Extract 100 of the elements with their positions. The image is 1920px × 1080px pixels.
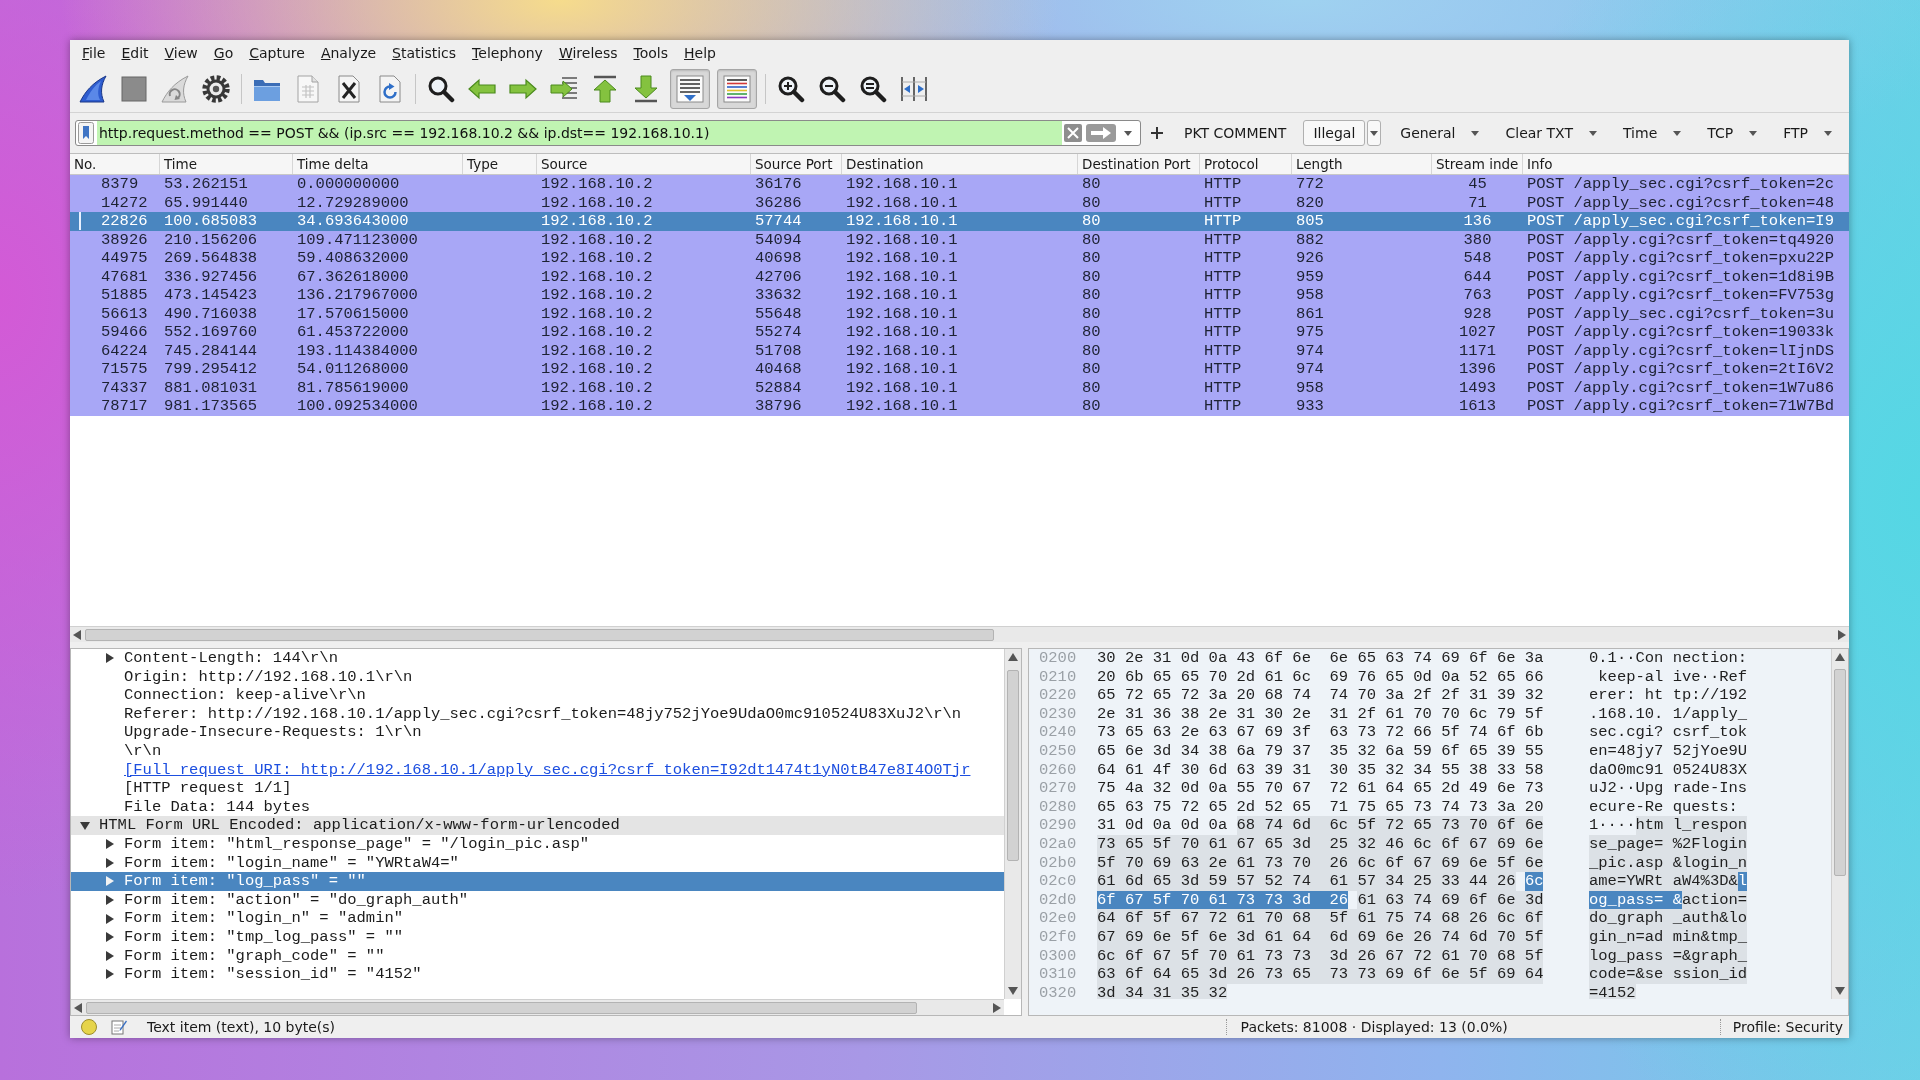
table-cell: HTTP	[1204, 212, 1242, 231]
table-cell: 44975	[101, 249, 148, 268]
tree-row[interactable]: Origin: http://192.168.10.1\r\n	[71, 667, 1004, 687]
column-header[interactable]: Stream inde	[1432, 154, 1523, 174]
packet-row[interactable]: 44975 269.564838 59.408632000 192.168.10.2 40698 192.168.10.1 80 HTTP 926 548 POST /apply.cgi?csrf_token=pxu22P	[70, 249, 1849, 268]
tree-row[interactable]: Form item: "graph_code" = ""	[71, 946, 1004, 966]
tree-row[interactable]: Form item: "html_response_page" = "/login_pic.asp"	[71, 834, 1004, 854]
packet-row[interactable]: 8379 53.262151 0.000000000 192.168.10.2 36176 192.168.10.1 80 HTTP 772 45 POST /apply_sec.cgi?csrf_token=2c	[70, 175, 1849, 194]
toolbar-button[interactable]	[717, 69, 757, 109]
table-cell: POST /apply.cgi?csrf_token=2tI6V2	[1527, 360, 1834, 379]
table-cell: 192.168.10.2	[541, 341, 653, 360]
table-cell: 80	[1082, 378, 1101, 397]
menu-item[interactable]: Tools	[625, 41, 676, 65]
menu-item[interactable]: Edit	[113, 41, 157, 65]
triangle-up-icon[interactable]	[1008, 653, 1018, 661]
hex-bytes: 63 6f 64 65 3d 26 73 65 73 73 69 6f 6e 5f 69 64	[1097, 965, 1544, 984]
menu-item[interactable]: File	[74, 41, 114, 65]
tree-row[interactable]: Upgrade-Insecure-Requests: 1\r\n	[71, 723, 1004, 742]
dropdown-button[interactable]	[1367, 120, 1382, 146]
table-cell: 1613	[1458, 397, 1497, 416]
hex-offset: 02b0	[1038, 853, 1078, 873]
filter-button[interactable]: Illegal	[1303, 120, 1366, 146]
packet-row[interactable]: 78717 981.173565 100.092534000 192.168.10.2 38796 192.168.10.1 80 HTTP 933 1613 POST /apply.cgi?csrf_token=71W7Bd	[70, 397, 1849, 416]
scrollbar-thumb[interactable]	[85, 628, 995, 641]
tree-row[interactable]: Connection: keep-alive\r\n	[71, 686, 1004, 705]
column-header[interactable]: No.	[70, 154, 160, 174]
tree-row[interactable]: Form item: "login_name" = "YWRtaW4="	[71, 853, 1004, 873]
tree-row[interactable]: \r\n	[71, 741, 1004, 761]
packet-row[interactable]: 59466 552.169760 61.453722000 192.168.10.2 55274 192.168.10.1 80 HTTP 975 1027 POST /apply.cgi?csrf_token=19033k	[70, 323, 1849, 342]
document-icon	[294, 75, 322, 103]
tree-row[interactable]: Form item: "action" = "do_graph_auth"	[71, 890, 1004, 910]
table-cell: 192.168.10.2	[541, 378, 653, 397]
triangle-left-icon[interactable]	[74, 1002, 82, 1013]
menu-item[interactable]: View	[156, 41, 206, 65]
packet-row[interactable]: 51885 473.145423 136.217967000 192.168.10.2 33632 192.168.10.1 80 HTTP 958 763 POST /apply.cgi?csrf_token=FV753g	[70, 286, 1849, 305]
tree-row[interactable]: File Data: 144 bytes	[71, 797, 1004, 817]
column-header[interactable]: Destination Port	[1078, 154, 1200, 174]
filter-button[interactable]: PKT COMMENT	[1175, 120, 1296, 146]
column-header[interactable]: Length	[1292, 154, 1432, 174]
table-cell: 473.145423	[164, 286, 257, 305]
menu-item[interactable]: Capture	[241, 41, 313, 65]
table-cell: 974	[1296, 360, 1324, 379]
packet-row[interactable]: 71575 799.295412 54.011268000 192.168.10.2 40468 192.168.10.1 80 HTTP 974 1396 POST /apply.cgi?csrf_token=2tI6V2	[70, 360, 1849, 379]
hex-offset: 02a0	[1038, 834, 1078, 854]
filter-button[interactable]: Clear TXT	[1496, 120, 1606, 146]
tree-row[interactable]: [HTTP request 1/1]	[71, 779, 1004, 798]
column-header[interactable]: Source	[537, 154, 751, 174]
column-header[interactable]: Info	[1523, 154, 1849, 174]
filter-button[interactable]: General	[1391, 120, 1489, 146]
column-header[interactable]: Time delta	[293, 154, 463, 174]
scrollbar-thumb[interactable]	[86, 1001, 917, 1014]
column-header[interactable]: Type	[463, 154, 537, 174]
table-cell: 552.169760	[164, 323, 257, 342]
horizontal-scrollbar[interactable]	[70, 626, 1849, 642]
table-cell: 0.000000000	[297, 175, 400, 194]
filter-button[interactable]: TCP	[1698, 120, 1767, 146]
table-cell: POST /apply.cgi?csrf_token=1W7u86	[1527, 378, 1834, 397]
scrollbar-thumb[interactable]	[1834, 669, 1846, 876]
table-cell: 192.168.10.2	[541, 230, 653, 249]
tree-row[interactable]: Form item: "log_pass" = ""	[71, 872, 1004, 891]
column-header[interactable]: Source Port	[751, 154, 842, 174]
profile-label[interactable]: Profile: Security	[1732, 1019, 1843, 1035]
menu-item[interactable]: Analyze	[312, 41, 385, 65]
table-cell: 80	[1082, 360, 1101, 379]
table-cell: 958	[1296, 286, 1324, 305]
tree-row[interactable]: HTML Form URL Encoded: application/x-www-form-urlencoded	[71, 816, 1004, 835]
menu-item[interactable]: Statistics	[384, 41, 465, 65]
table-cell: 45	[1468, 175, 1487, 194]
note-pencil-icon[interactable]	[111, 1019, 127, 1035]
filter-button[interactable]: FTP	[1774, 120, 1841, 146]
table-cell: HTTP	[1204, 397, 1242, 416]
tree-row[interactable]: Form item: "login_n" = "admin"	[71, 909, 1004, 928]
vertical-scrollbar[interactable]	[1831, 649, 1848, 999]
vertical-scrollbar[interactable]	[1004, 649, 1021, 999]
table-cell: 1027	[1458, 323, 1497, 342]
tree-row[interactable]: Form item: "tmp_log_pass" = ""	[71, 927, 1004, 947]
column-header[interactable]: Protocol	[1200, 154, 1292, 174]
status-dot-icon[interactable]	[81, 1019, 97, 1035]
filter-button[interactable]: Time	[1614, 120, 1691, 146]
table-cell: 805	[1296, 212, 1324, 231]
scrollbar-thumb[interactable]	[1007, 669, 1019, 861]
triangle-up-icon[interactable]	[1835, 653, 1845, 661]
menu-item[interactable]: Go	[205, 41, 242, 65]
packet-row[interactable]: 22826 100.685083 34.693643000 192.168.10.2 57744 192.168.10.1 80 HTTP 805 136 POST /apply_sec.cgi?csrf_token=I9	[70, 212, 1849, 231]
menu-item[interactable]: Help	[676, 41, 724, 65]
table-cell: POST /apply_sec.cgi?csrf_token=3u	[1527, 304, 1834, 323]
tree-row[interactable]: [Full request URI: http://192.168.10.1/apply_sec.cgi?csrf_token=I92dt1474t1yN0tB47e8I4O0Tjr	[71, 760, 1004, 780]
menu-item[interactable]: Telephony	[464, 41, 551, 65]
column-header[interactable]: Destination	[842, 154, 1078, 174]
tree-row[interactable]: Referer: http://192.168.10.1/apply_sec.cgi?csrf_token=48jy752jYoe9UdaO0mc910524U83XuJ2\r\n	[71, 704, 1004, 724]
table-cell: 959	[1296, 267, 1324, 286]
plus-icon[interactable]	[1151, 127, 1164, 139]
table-cell: 192.168.10.1	[846, 267, 958, 286]
table-cell: 52884	[755, 378, 802, 397]
tree-row[interactable]: Form item: "session_id" = "4152"	[71, 965, 1004, 984]
triangle-left-icon[interactable]	[73, 629, 81, 640]
tree-row[interactable]: Content-Length: 144\r\n	[71, 649, 1004, 668]
menu-item[interactable]: Wireless	[550, 41, 626, 65]
horizontal-scrollbar[interactable]	[71, 999, 1004, 1015]
column-header[interactable]: Time	[160, 154, 293, 174]
